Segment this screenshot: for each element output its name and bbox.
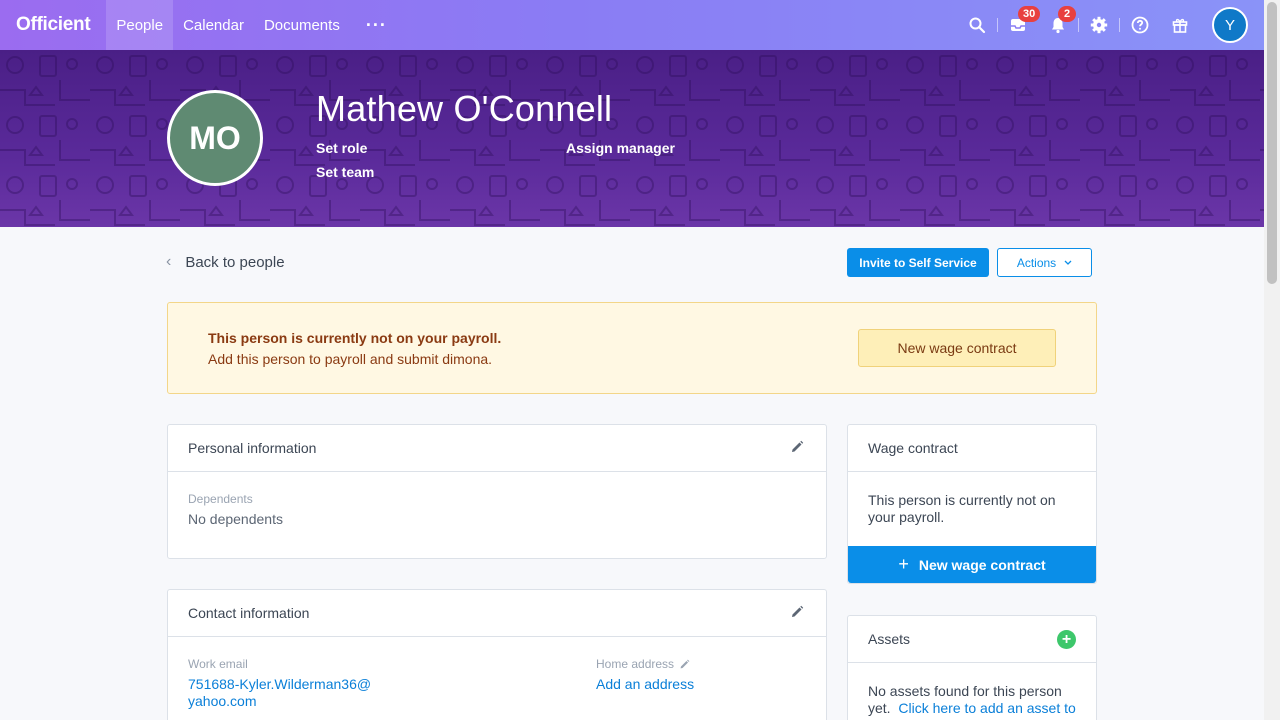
top-navbar: Officient People Calendar Documents ··· … — [0, 0, 1264, 50]
plus-icon: + — [898, 554, 909, 574]
gift-button[interactable] — [1160, 0, 1200, 50]
card-title: Personal information — [188, 440, 317, 456]
card-title: Wage contract — [868, 440, 958, 456]
card-header: Personal information — [168, 425, 826, 472]
inbox-badge: 30 — [1018, 6, 1041, 22]
alert-title: This person is currently not on your pay… — [208, 330, 502, 346]
wage-contract-text: This person is currently not on your pay… — [868, 492, 1056, 526]
home-address-label: Home address — [596, 657, 675, 671]
work-email-label: Work email — [188, 657, 248, 671]
nav-calendar[interactable]: Calendar — [173, 0, 254, 50]
add-asset-icon[interactable]: + — [1057, 630, 1076, 649]
gear-icon — [1090, 16, 1108, 34]
card-header: Assets + — [848, 616, 1096, 663]
add-asset-link[interactable]: Click here to add an asset to — [898, 700, 1075, 716]
assets-text-line-1: No assets found for this person — [868, 683, 1062, 699]
work-email-line-1[interactable]: 751688-Kyler.Wilderman36@ — [188, 676, 371, 692]
profile-avatar[interactable]: MO — [167, 90, 263, 186]
assets-empty-text: No assets found for this person yet. Cli… — [868, 683, 1083, 717]
dependents-label: Dependents — [188, 492, 253, 506]
wage-contract-card: Wage contract This person is currently n… — [847, 424, 1097, 584]
dependents-value: No dependents — [188, 511, 283, 527]
chevron-left-icon: ‹ — [166, 253, 172, 270]
page-scrollbar[interactable] — [1264, 0, 1280, 720]
payroll-alert: This person is currently not on your pay… — [167, 302, 1097, 394]
invite-self-service-button[interactable]: Invite to Self Service — [847, 248, 989, 277]
notifications-badge: 2 — [1058, 6, 1076, 22]
personal-information-card: Personal information Dependents No depen… — [167, 424, 827, 559]
card-title: Assets — [868, 631, 911, 647]
card-header: Contact information — [168, 590, 826, 637]
add-address-link[interactable]: Add an address — [596, 676, 694, 692]
alert-text: Add this person to payroll and submit di… — [208, 351, 493, 367]
wage-text-line-1: This person is currently not on — [868, 492, 1056, 508]
profile-banner: MO Mathew O'Connell Set role Set team As… — [0, 50, 1264, 227]
actions-dropdown[interactable]: Actions — [997, 248, 1092, 277]
notifications-button[interactable]: 2 — [1038, 0, 1078, 50]
work-email-line-2[interactable]: yahoo.com — [188, 693, 256, 709]
user-avatar[interactable]: Y — [1212, 7, 1248, 43]
card-header: Wage contract — [848, 425, 1096, 472]
new-wage-contract-label: New wage contract — [918, 556, 1046, 573]
alert-new-wage-contract-button[interactable]: New wage contract — [858, 329, 1056, 367]
inbox-button[interactable]: 30 — [998, 0, 1041, 50]
back-label: Back to people — [185, 253, 285, 271]
chevron-down-icon — [1064, 260, 1072, 265]
help-button[interactable] — [1120, 0, 1160, 50]
settings-button[interactable] — [1079, 0, 1119, 50]
nav-right-tools: 30 2 Y — [957, 0, 1264, 50]
brand-logo[interactable]: Officient — [0, 0, 106, 50]
pencil-icon[interactable] — [679, 659, 690, 670]
new-wage-contract-button[interactable]: + New wage contract — [848, 546, 1096, 583]
search-button[interactable] — [957, 0, 997, 50]
nav-people[interactable]: People — [106, 0, 174, 50]
home-address-header: Home address — [596, 657, 690, 671]
contact-information-card: Contact information Work email 751688-Ky… — [167, 589, 827, 720]
card-title: Contact information — [188, 605, 310, 621]
set-team-link[interactable]: Set team — [316, 164, 374, 180]
search-icon — [969, 17, 986, 34]
wage-text-line-2: your payroll. — [868, 509, 945, 525]
nav-more-button[interactable]: ··· — [350, 15, 403, 36]
gift-icon — [1172, 18, 1188, 33]
pencil-icon[interactable] — [790, 605, 804, 619]
assign-manager-link[interactable]: Assign manager — [566, 140, 675, 156]
back-to-people-link[interactable]: ‹ Back to people — [166, 253, 285, 271]
assets-text-line-2: yet. — [868, 700, 891, 716]
actions-label: Actions — [1016, 255, 1057, 270]
profile-name: Mathew O'Connell — [316, 88, 613, 129]
help-icon — [1131, 16, 1149, 34]
assets-card: Assets + No assets found for this person… — [847, 615, 1097, 720]
pencil-icon[interactable] — [790, 440, 804, 454]
scrollbar-thumb[interactable] — [1267, 2, 1277, 284]
nav-documents[interactable]: Documents — [254, 0, 350, 50]
set-role-link[interactable]: Set role — [316, 140, 367, 156]
